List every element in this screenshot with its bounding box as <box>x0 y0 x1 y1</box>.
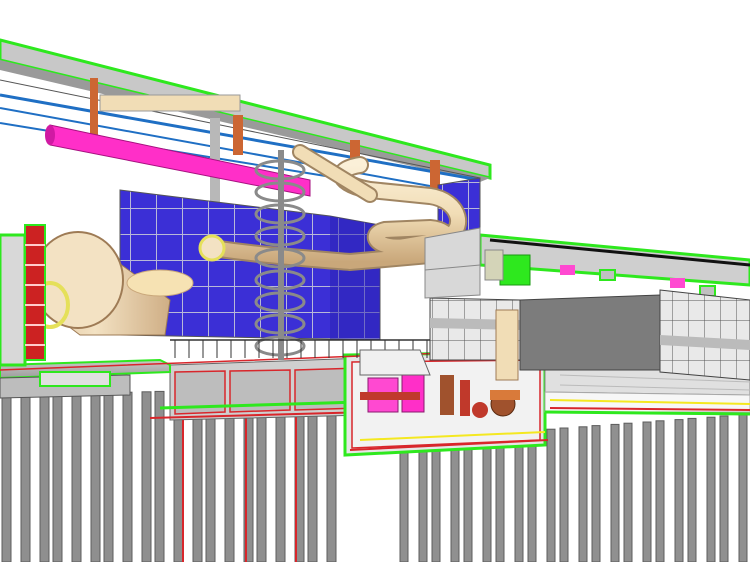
foundation-pile <box>141 391 152 562</box>
foundation-pile <box>706 416 716 562</box>
left-scaffold <box>0 224 46 367</box>
foundation-pile <box>527 429 537 562</box>
foundation-pile <box>463 434 473 562</box>
foundation-pile <box>103 392 114 562</box>
foundation-pile <box>1 394 12 562</box>
foundation-pile <box>52 393 63 562</box>
foundation-pile <box>578 426 588 562</box>
foundation-pile <box>610 423 620 562</box>
foundation-pile <box>674 419 684 562</box>
foundation-pile <box>623 422 633 562</box>
bim-viewport[interactable] <box>0 0 750 562</box>
foundation-pile <box>514 431 524 562</box>
foundation-pile <box>71 392 82 562</box>
pump-cluster-magenta <box>360 371 425 413</box>
foundation-pile <box>39 393 50 562</box>
foundation-pile <box>495 432 505 562</box>
foundation-pile <box>431 437 441 562</box>
foundation-pile <box>399 439 409 562</box>
foundation-pile <box>719 415 729 562</box>
foundation-pile <box>738 414 748 562</box>
foundation-pile <box>591 425 601 562</box>
foundation-pile <box>482 433 492 562</box>
foundation-pile <box>687 417 697 562</box>
foundation-pile <box>559 427 569 562</box>
foundation-pile <box>90 392 101 562</box>
foundation-pile <box>655 420 665 562</box>
basement-tank-block <box>149 357 371 421</box>
foundation-pile <box>642 421 652 562</box>
bim-section-view[interactable] <box>0 0 750 562</box>
foundation-pile <box>450 435 460 562</box>
foundation-pile <box>546 428 556 562</box>
foundation-pile <box>20 394 31 562</box>
right-office-block <box>424 227 750 381</box>
foundation-pile <box>418 438 428 562</box>
foundation-pile <box>122 391 133 562</box>
